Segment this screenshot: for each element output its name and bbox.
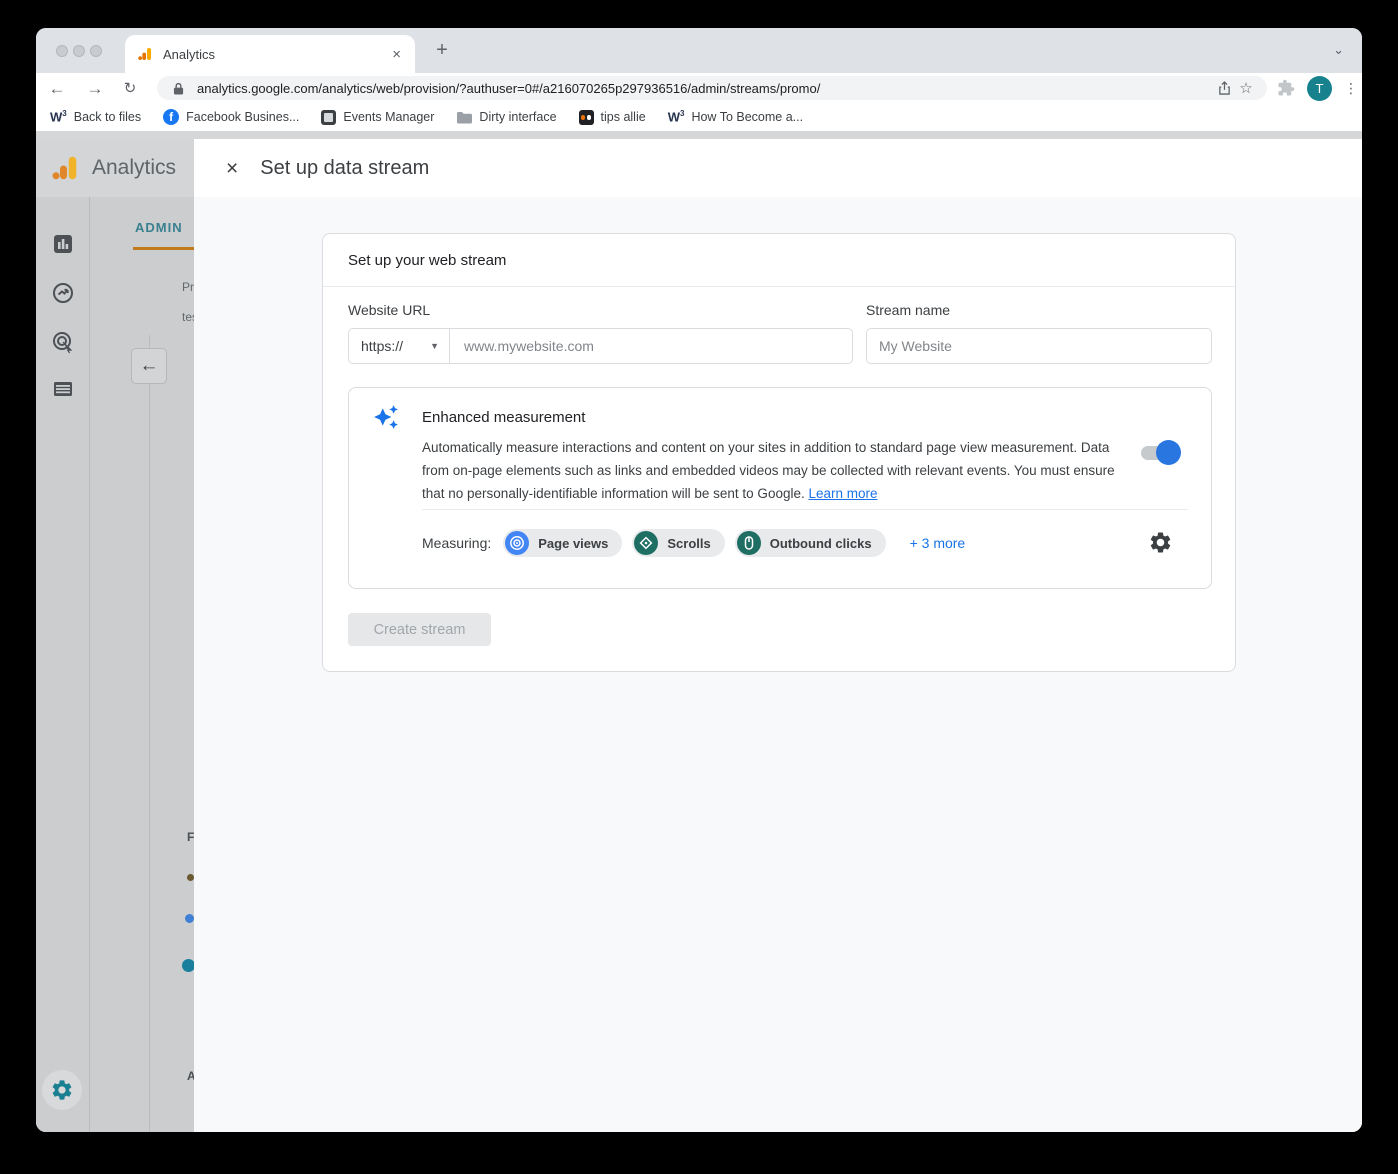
url-text: analytics.google.com/analytics/web/provi…	[197, 81, 1213, 96]
explore-icon[interactable]	[51, 281, 75, 305]
reports-icon[interactable]	[51, 232, 75, 256]
star-bookmark-icon[interactable]: ☆	[1235, 79, 1257, 97]
website-url-group: https:// ▼	[348, 328, 853, 364]
obscured-fragment-property: Pr	[182, 280, 194, 294]
enhanced-measurement-toggle[interactable]	[1141, 445, 1177, 461]
more-measurements-link[interactable]: + 3 more	[910, 535, 966, 551]
share-icon[interactable]	[1213, 81, 1235, 96]
extensions-icon[interactable]	[1277, 79, 1295, 97]
enhanced-measurement-title: Enhanced measurement	[422, 409, 585, 426]
create-stream-button[interactable]: Create stream	[348, 613, 491, 646]
ga-dimmed-background: Analytics	[36, 139, 194, 1132]
modal-body: Set up your web stream Website URL Strea…	[194, 197, 1362, 1132]
modal-header: × Set up data stream	[194, 139, 1362, 197]
page-views-eye-icon	[505, 531, 529, 555]
obscured-dot	[187, 874, 194, 881]
obscured-dot	[182, 959, 194, 972]
setup-data-stream-modal: × Set up data stream Set up your web str…	[194, 139, 1362, 1132]
ga-logo-icon	[137, 46, 153, 62]
new-tab-button[interactable]: +	[430, 40, 454, 60]
admin-tab-underline	[133, 247, 194, 250]
forward-button[interactable]: →	[82, 80, 108, 97]
outbound-clicks-mouse-icon	[737, 531, 761, 555]
configure-icon[interactable]	[51, 377, 75, 401]
tab-strip: Analytics × + ⌄	[36, 28, 1362, 73]
bookmark-how-to-become[interactable]: W3 How To Become a...	[668, 110, 803, 124]
ga-logo-icon	[50, 153, 80, 183]
address-bar[interactable]: analytics.google.com/analytics/web/provi…	[157, 76, 1267, 100]
tab-analytics[interactable]: Analytics ×	[125, 35, 415, 73]
obscured-fragment-f: F	[187, 830, 194, 844]
measurement-settings-gear-icon[interactable]	[1148, 530, 1173, 555]
ga-back-button[interactable]: ←	[131, 348, 167, 384]
sparkle-icon	[373, 404, 399, 430]
tab-close-icon[interactable]: ×	[390, 45, 403, 64]
measuring-row: Measuring: Page views	[422, 529, 965, 557]
obscured-fragment-test: tes	[182, 310, 194, 324]
chip-scrolls[interactable]: Scrolls	[632, 529, 724, 557]
website-url-label: Website URL	[348, 302, 430, 318]
measuring-label: Measuring:	[422, 535, 491, 551]
stream-name-label: Stream name	[866, 302, 950, 318]
bookmark-events-manager[interactable]: Events Manager	[321, 110, 434, 125]
bookmark-back-to-files[interactable]: W3 Back to files	[50, 110, 141, 124]
lock-icon	[167, 82, 189, 95]
obscured-fragment-a: A	[187, 1069, 194, 1083]
protocol-value: https://	[361, 338, 403, 354]
bookmark-tips-allie[interactable]: tips allie	[579, 110, 646, 125]
browser-menu-icon[interactable]: ⋮	[1344, 86, 1354, 91]
events-manager-icon	[321, 110, 336, 125]
profile-avatar[interactable]: T	[1307, 76, 1332, 101]
stepper-line	[149, 335, 150, 1132]
website-url-input[interactable]	[450, 329, 852, 363]
bookmark-dirty-interface[interactable]: Dirty interface	[456, 110, 556, 124]
traffic-light-close[interactable]	[56, 45, 68, 57]
protocol-select[interactable]: https:// ▼	[349, 329, 450, 363]
close-icon[interactable]: ×	[226, 158, 238, 179]
divider	[422, 509, 1188, 510]
enhanced-measurement-description: Automatically measure interactions and c…	[422, 436, 1138, 505]
tab-title: Analytics	[163, 47, 390, 62]
chip-page-views[interactable]: Page views	[503, 529, 622, 557]
web-stream-card: Set up your web stream Website URL Strea…	[322, 233, 1236, 672]
enhanced-measurement-box: Enhanced measurement Automatically measu…	[348, 387, 1212, 589]
card-header: Set up your web stream	[323, 234, 1235, 287]
tips-allie-icon	[579, 110, 594, 125]
admin-gear-button[interactable]	[42, 1070, 82, 1110]
toggle-thumb	[1156, 440, 1181, 465]
browser-toolbar: ← → ↻ analytics.google.com/analytics/web…	[36, 73, 1362, 103]
scrolls-move-icon	[634, 531, 658, 555]
stream-name-wrap	[866, 328, 1212, 364]
w3-icon: W3	[50, 110, 67, 123]
screenshot-stage: Analytics × + ⌄ ← → ↻ analytics.google.c…	[0, 0, 1398, 1174]
modal-title: Set up data stream	[260, 157, 429, 180]
reload-button[interactable]: ↻	[117, 81, 143, 96]
ga-brand-text: Analytics	[92, 156, 176, 180]
bookmarks-bar: W3 Back to files f Facebook Busines... E…	[36, 103, 1362, 131]
page-content: Analytics	[36, 131, 1362, 1132]
traffic-light-minimize[interactable]	[73, 45, 85, 57]
toolbar-actions: T ⋮	[1277, 76, 1354, 101]
folder-icon	[456, 111, 472, 124]
w3-icon: W3	[668, 110, 685, 123]
ga-app-header: Analytics	[36, 139, 194, 197]
back-button[interactable]: ←	[44, 80, 70, 97]
browser-window: Analytics × + ⌄ ← → ↻ analytics.google.c…	[36, 28, 1362, 1132]
learn-more-link[interactable]: Learn more	[809, 486, 878, 501]
advertising-icon[interactable]	[51, 330, 75, 354]
bookmark-facebook-business[interactable]: f Facebook Busines...	[163, 109, 299, 125]
traffic-light-zoom[interactable]	[90, 45, 102, 57]
stream-name-input[interactable]	[867, 329, 1211, 363]
tab-admin[interactable]: ADMIN	[135, 220, 183, 235]
card-body: Website URL Stream name https:// ▼	[323, 287, 1235, 671]
tab-search-chevron-icon[interactable]: ⌄	[1333, 42, 1344, 58]
dimmed-page-top-strip	[36, 131, 1362, 139]
ga-nav-rail	[36, 197, 90, 1132]
chevron-down-icon: ▼	[430, 341, 439, 351]
obscured-dot	[185, 914, 194, 923]
facebook-icon: f	[163, 109, 179, 125]
chip-outbound-clicks[interactable]: Outbound clicks	[735, 529, 886, 557]
